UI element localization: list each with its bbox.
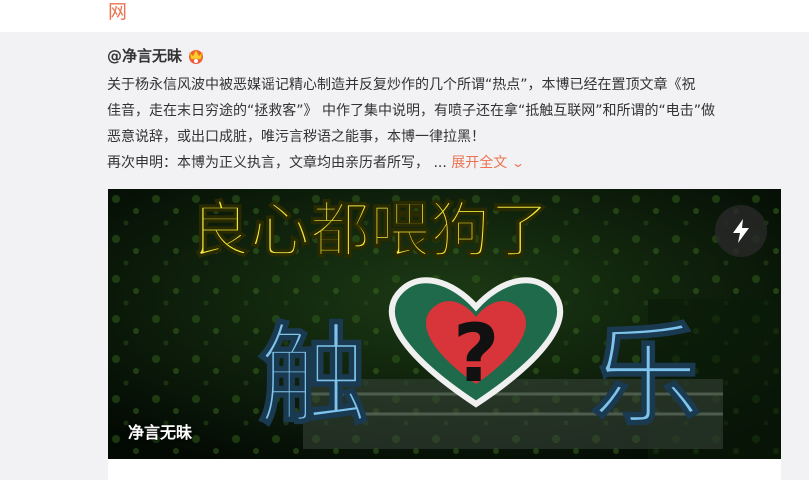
post-body: 关于杨永信风波中被恶媒谣记精心制造并反复炒作的几个所谓“热点”，本博已经在置顶文…	[107, 72, 787, 176]
expand-full-text-link[interactable]: 展开全文 ⌄	[451, 155, 525, 171]
image-headline: 良心都喂狗了	[190, 196, 550, 266]
post-image[interactable]: 良心都喂狗了 触 乐 ? 净言无昧	[108, 189, 781, 459]
author-name-link[interactable]: @净言无昧	[107, 45, 182, 66]
post-body-line: 关于杨永信风波中被恶媒谣记精心制造并反复炒作的几个所谓“热点”，本博已经在置顶文…	[107, 77, 696, 93]
previous-card-bottom: 网	[0, 0, 809, 32]
chevron-down-icon: ⌄	[511, 156, 526, 170]
heart-question-mark: ?	[453, 307, 499, 400]
post-body-line: 佳音，走在末日穷途的“拯救客”》 中作了集中说明，有喷子还在拿“抵触互联网”和所…	[107, 103, 715, 119]
image-right-char: 乐	[591, 312, 701, 440]
gold-crown-badge-icon	[186, 47, 206, 65]
post-image-artwork: 良心都喂狗了 触 乐 ?	[108, 189, 781, 459]
lightning-icon	[733, 219, 749, 243]
post-body-line: 再次申明：本博为正义执言，文章均由亲历者所写， ...	[107, 155, 452, 171]
weibo-post: @净言无昧 关于杨永信风波中被恶媒谣记精心制造并反复炒作的几个所谓“热点”，本博…	[0, 32, 809, 480]
image-card-footer	[108, 459, 781, 480]
live-photo-button[interactable]	[715, 205, 767, 257]
post-author: @净言无昧	[107, 45, 206, 66]
expand-label: 展开全文	[451, 155, 508, 171]
image-left-char: 触	[258, 312, 368, 440]
post-body-line: 恶意说辞，或出口成脏，唯污言秽语之能事，本博一律拉黑！	[107, 129, 485, 145]
post-body-line-last: 再次申明：本博为正义执言，文章均由亲历者所写， ... 展开全文 ⌄	[107, 150, 787, 176]
previous-card-link[interactable]: 网	[108, 0, 127, 24]
image-author-overlay: 净言无昧	[128, 423, 193, 442]
